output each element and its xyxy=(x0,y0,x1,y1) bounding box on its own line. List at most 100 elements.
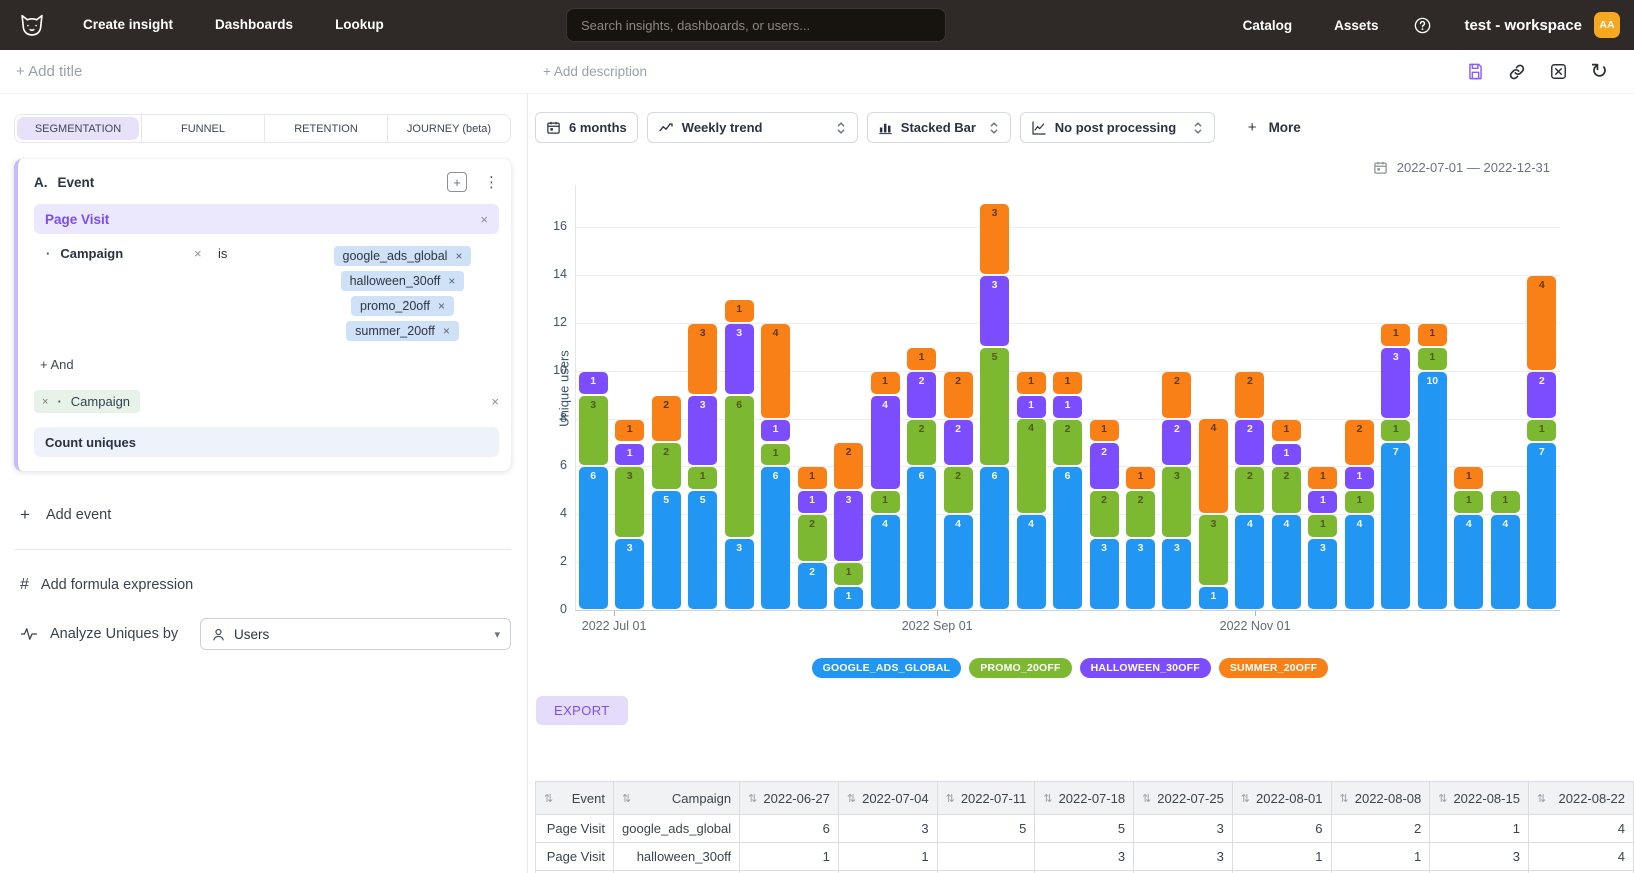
bar-segment-google_ads_global[interactable]: 3 xyxy=(1090,539,1119,609)
bar-segment-promo_20off[interactable]: 1 xyxy=(1454,491,1483,513)
bar-segment-promo_20off[interactable]: 3 xyxy=(1162,467,1191,537)
bar-segment-summer_20off[interactable]: 1 xyxy=(1308,467,1337,489)
remove-filter-icon[interactable]: × xyxy=(194,246,218,341)
bar-segment-summer_20off[interactable]: 1 xyxy=(1126,467,1155,489)
analyze-by-select[interactable]: Users ▾ xyxy=(200,618,511,650)
add-and-condition[interactable]: + And xyxy=(40,357,499,372)
help-icon[interactable] xyxy=(1413,16,1432,35)
bar-segment-summer_20off[interactable]: 4 xyxy=(761,324,790,418)
add-filter-icon[interactable]: + xyxy=(447,172,467,192)
aggregation-select[interactable]: Count uniques xyxy=(34,427,499,457)
bar-segment-google_ads_global[interactable]: 4 xyxy=(1235,515,1264,609)
bar-segment-google_ads_global[interactable]: 3 xyxy=(725,539,754,609)
legend-pill-halloween_30off[interactable]: HALLOWEEN_30OFF xyxy=(1080,658,1211,678)
bar-segment-google_ads_global[interactable]: 7 xyxy=(1381,443,1410,609)
bar-segment-google_ads_global[interactable]: 4 xyxy=(1272,515,1301,609)
sort-icon[interactable]: ⇅ xyxy=(748,792,757,805)
bar-segment-promo_20off[interactable]: 1 xyxy=(688,467,717,489)
trend-select[interactable]: Weekly trend xyxy=(647,112,858,143)
bar-segment-promo_20off[interactable]: 4 xyxy=(1017,419,1046,513)
bar-segment-summer_20off[interactable]: 1 xyxy=(798,467,827,489)
filter-value-tag[interactable]: promo_20off× xyxy=(351,296,454,316)
remove-event-icon[interactable]: × xyxy=(480,212,488,227)
tab-journey-beta-[interactable]: JOURNEY (beta) xyxy=(388,115,510,142)
bar-segment-promo_20off[interactable]: 2 xyxy=(652,443,681,489)
bar-segment-google_ads_global[interactable]: 7 xyxy=(1527,443,1556,609)
bar-segment-summer_20off[interactable]: 1 xyxy=(871,372,900,394)
bar-segment-summer_20off[interactable]: 1 xyxy=(1272,420,1301,442)
bar-segment-google_ads_global[interactable]: 4 xyxy=(871,515,900,609)
bar-segment-promo_20off[interactable]: 3 xyxy=(579,396,608,466)
app-logo-cat-icon[interactable] xyxy=(18,10,48,40)
bar-segment-google_ads_global[interactable]: 1 xyxy=(834,587,863,609)
bar-segment-promo_20off[interactable]: 2 xyxy=(1235,467,1264,513)
filter-property[interactable]: Campaign xyxy=(60,246,123,261)
remove-value-icon[interactable]: × xyxy=(455,249,462,263)
bar-segment-summer_20off[interactable]: 1 xyxy=(1454,467,1483,489)
bar-segment-promo_20off[interactable]: 5 xyxy=(980,348,1009,466)
bar-segment-google_ads_global[interactable]: 3 xyxy=(1162,539,1191,609)
add-formula-button[interactable]: # Add formula expression xyxy=(20,576,511,594)
nav-item-catalog[interactable]: Catalog xyxy=(1222,18,1314,33)
add-event-button[interactable]: + Add event xyxy=(20,505,511,525)
bar-segment-halloween_30off[interactable]: 1 xyxy=(1345,467,1374,489)
sort-icon[interactable]: ⇅ xyxy=(544,792,553,805)
more-button[interactable]: + More xyxy=(1248,119,1301,136)
bar-segment-promo_20off[interactable]: 2 xyxy=(798,515,827,561)
sort-icon[interactable]: ⇅ xyxy=(622,792,631,805)
bar-segment-halloween_30off[interactable]: 1 xyxy=(798,491,827,513)
bar-segment-summer_20off[interactable]: 3 xyxy=(980,204,1009,274)
tab-funnel[interactable]: FUNNEL xyxy=(141,115,265,142)
bar-segment-promo_20off[interactable]: 1 xyxy=(1527,420,1556,442)
bar-segment-halloween_30off[interactable]: 1 xyxy=(1272,444,1301,466)
bar-segment-halloween_30off[interactable]: 2 xyxy=(907,372,936,418)
bar-segment-google_ads_global[interactable]: 6 xyxy=(579,467,608,609)
sort-icon[interactable]: ⇅ xyxy=(1438,792,1447,805)
bar-segment-summer_20off[interactable]: 4 xyxy=(1199,419,1228,513)
nav-item-create-insight[interactable]: Create insight xyxy=(62,17,194,32)
bar-segment-summer_20off[interactable]: 1 xyxy=(1017,372,1046,394)
time-window-button[interactable]: 6 months xyxy=(535,112,638,143)
bar-segment-halloween_30off[interactable]: 2 xyxy=(1527,372,1556,418)
bar-segment-promo_20off[interactable]: 6 xyxy=(725,396,754,538)
bar-segment-google_ads_global[interactable]: 3 xyxy=(1308,539,1337,609)
bar-segment-summer_20off[interactable]: 1 xyxy=(725,300,754,322)
bar-segment-google_ads_global[interactable]: 4 xyxy=(1345,515,1374,609)
event-menu-icon[interactable]: ⋮ xyxy=(484,173,499,191)
chart-type-select[interactable]: Stacked Bar xyxy=(867,112,1011,143)
user-avatar[interactable]: AA xyxy=(1594,12,1620,38)
post-processing-select[interactable]: No post processing xyxy=(1020,112,1215,143)
bar-segment-halloween_30off[interactable]: 1 xyxy=(579,372,608,394)
bar-segment-halloween_30off[interactable]: 2 xyxy=(1090,443,1119,489)
sort-icon[interactable]: ⇅ xyxy=(1241,792,1250,805)
bar-segment-halloween_30off[interactable]: 3 xyxy=(688,396,717,466)
bar-segment-halloween_30off[interactable]: 3 xyxy=(725,324,754,394)
legend-pill-promo_20off[interactable]: PROMO_20OFF xyxy=(969,658,1071,678)
event-select[interactable]: Page Visit × xyxy=(34,204,499,234)
bar-segment-halloween_30off[interactable]: 1 xyxy=(1053,396,1082,418)
bar-segment-summer_20off[interactable]: 2 xyxy=(1162,372,1191,418)
sort-icon[interactable]: ⇅ xyxy=(1340,792,1349,805)
bar-segment-summer_20off[interactable]: 2 xyxy=(834,443,863,489)
bar-segment-google_ads_global[interactable]: 3 xyxy=(615,539,644,609)
share-link-icon[interactable] xyxy=(1507,62,1527,82)
bar-segment-promo_20off[interactable]: 1 xyxy=(871,491,900,513)
bar-segment-promo_20off[interactable]: 1 xyxy=(761,444,790,466)
bar-segment-summer_20off[interactable]: 1 xyxy=(1418,324,1447,346)
bar-segment-google_ads_global[interactable]: 6 xyxy=(980,467,1009,609)
bar-segment-promo_20off[interactable]: 2 xyxy=(1053,420,1082,466)
remove-value-icon[interactable]: × xyxy=(443,324,450,338)
sort-icon[interactable]: ⇅ xyxy=(1537,792,1546,805)
bar-segment-promo_20off[interactable]: 2 xyxy=(944,467,973,513)
bar-segment-summer_20off[interactable]: 2 xyxy=(1345,420,1374,466)
bar-segment-google_ads_global[interactable]: 6 xyxy=(761,467,790,609)
bar-segment-summer_20off[interactable]: 4 xyxy=(1527,276,1556,370)
bar-segment-halloween_30off[interactable]: 2 xyxy=(1162,420,1191,466)
bar-segment-promo_20off[interactable]: 1 xyxy=(1491,491,1520,513)
bar-segment-summer_20off[interactable]: 1 xyxy=(907,348,936,370)
remove-value-icon[interactable]: × xyxy=(438,299,445,313)
clear-breakdown-icon[interactable]: × xyxy=(491,394,499,409)
remove-breakdown-icon[interactable]: × xyxy=(42,396,48,408)
filter-value-tag[interactable]: halloween_30off× xyxy=(341,271,465,291)
bar-segment-google_ads_global[interactable]: 6 xyxy=(907,467,936,609)
